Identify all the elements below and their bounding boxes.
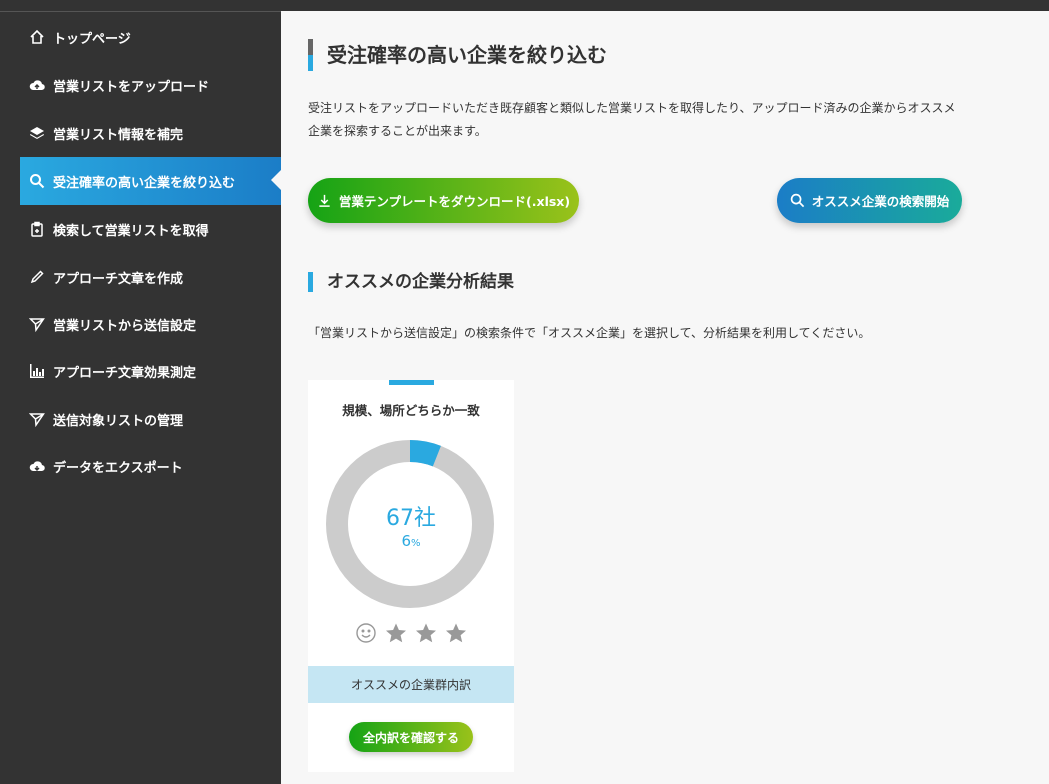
sidebar-item-label: 営業リストをアップロード [53,79,210,95]
sidebar-item-complement-info[interactable]: 営業リスト情報を補完 [20,109,281,157]
percent-unit: % [411,538,421,549]
card-tab-indicator [389,380,434,385]
sidebar-item-export-data[interactable]: データをエクスポート [20,442,281,490]
smile-icon [355,622,377,644]
send-icon [28,315,46,333]
home-icon [28,28,46,46]
page-description: 受注リストをアップロードいただき既存顧客と類似した営業リストを取得したり、アップ… [308,101,956,138]
cloud-download-icon [28,457,46,475]
percent-value: 6 [401,532,412,550]
sidebar-item-label: トップページ [53,31,131,47]
star-icon [385,622,407,644]
download-icon [319,194,330,207]
main-content: 受注確率の高い企業を絞り込む 受注リストをアップロードいただき既存顧客と類似した… [281,11,1049,784]
search-icon [790,193,804,208]
sidebar-item-send-settings[interactable]: 営業リストから送信設定 [20,300,281,348]
results-description: 「営業リストから送信設定」の検索条件で「オススメ企業」を選択して、分析結果を利用… [308,326,871,340]
layers-icon [28,124,46,142]
sidebar-item-label: 検索して営業リストを取得 [53,223,209,239]
start-search-label: オススメ企業の検索開始 [811,194,950,209]
top-bar [0,0,1049,11]
confirm-breakdown-button[interactable]: 全内訳を確認する [349,722,473,752]
sidebar-item-label: アプローチ文章を作成 [53,271,184,287]
sidebar: トップページ 営業リストをアップロード 営業リスト情報を補完 受注確率の高い企業… [0,11,281,784]
sidebar-item-label: アプローチ文章効果測定 [53,365,197,381]
start-search-button[interactable]: オススメ企業の検索開始 [777,178,962,223]
sidebar-item-label: データをエクスポート [53,460,183,476]
page-title: 受注確率の高い企業を絞り込む [308,39,607,71]
clipboard-icon [28,220,46,238]
search-icon [28,172,46,190]
analysis-card: 規模、場所どちらか一致 67社 6% オススメの企業群内訳 全内訳を確認する [308,380,514,772]
sidebar-item-search-list[interactable]: 検索して営業リストを取得 [20,205,281,253]
cloud-upload-icon [28,76,46,94]
breakdown-label: オススメの企業群内訳 [308,666,514,703]
star-icon [415,622,437,644]
sidebar-item-label: 送信対象リストの管理 [53,413,184,429]
rating [355,621,467,645]
sidebar-item-filter-companies[interactable]: 受注確率の高い企業を絞り込む [20,157,281,205]
sidebar-item-create-approach[interactable]: アプローチ文章を作成 [20,253,281,301]
star-icon [445,622,467,644]
download-template-label: 営業テンプレートをダウンロード(.xlsx) [338,194,571,209]
company-count: 67社 [386,506,436,531]
send-icon [28,410,46,428]
bar-chart-icon [28,362,46,380]
card-title: 規模、場所どちらか一致 [342,403,480,418]
pencil-icon [28,268,46,286]
sidebar-item-top-page[interactable]: トップページ [20,13,281,61]
download-template-button[interactable]: 営業テンプレートをダウンロード(.xlsx) [308,178,579,223]
sidebar-item-effect-measurement[interactable]: アプローチ文章効果測定 [20,347,281,395]
sidebar-item-label: 営業リスト情報を補完 [53,127,184,143]
sidebar-item-label: 受注確率の高い企業を絞り込む [53,175,236,191]
sidebar-item-target-list[interactable]: 送信対象リストの管理 [20,395,281,443]
sidebar-item-upload-list[interactable]: 営業リストをアップロード [20,61,281,109]
sidebar-item-label: 営業リストから送信設定 [53,318,197,334]
results-title: オススメの企業分析結果 [308,272,514,292]
company-percent: 6% [308,532,514,550]
active-indicator [271,170,281,190]
